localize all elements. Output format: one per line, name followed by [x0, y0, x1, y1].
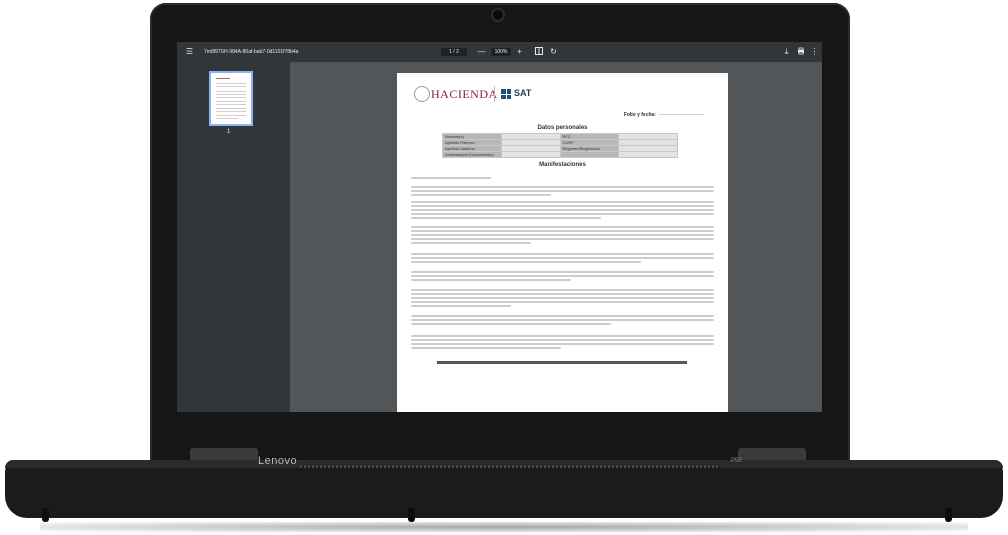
folio-value: —————————	[659, 112, 704, 118]
page-thumbnail[interactable]	[209, 71, 253, 126]
paragraph	[411, 335, 714, 351]
download-icon[interactable]: ⤓	[782, 47, 791, 56]
page-indicator[interactable]: 1 / 2	[441, 48, 467, 56]
table-cell: Actividad(es) Económica(s)	[442, 151, 502, 158]
table-cell	[500, 151, 561, 158]
paragraph	[411, 289, 714, 309]
folio-fecha: Folio y fecha: —————————	[624, 112, 704, 118]
zoom-level[interactable]: 100%	[491, 48, 511, 56]
hacienda-seal-icon	[414, 86, 430, 102]
page-current[interactable]: 1	[449, 49, 452, 55]
paragraph	[411, 201, 714, 221]
laptop-lid: ☰ 7m8f97SH-984A-80af-bab7-0d1101f78b4a 1…	[150, 3, 850, 468]
paragraph	[411, 253, 714, 265]
page-separator: /	[453, 49, 455, 55]
speaker-grill	[300, 465, 720, 468]
paragraph	[411, 315, 714, 327]
table-cell	[559, 151, 620, 158]
folio-label: Folio y fecha:	[623, 112, 656, 118]
zoom-out-button[interactable]: —	[477, 47, 486, 56]
laptop-frame: ☰ 7m8f97SH-984A-80af-bab7-0d1101f78b4a 1…	[0, 0, 1008, 535]
paragraph	[411, 271, 714, 283]
bold-statement	[437, 361, 687, 364]
print-icon[interactable]	[796, 47, 805, 56]
logo-hacienda: HACIENDA	[431, 87, 498, 101]
laptop-shadow	[40, 522, 968, 532]
thumbnail-page-number: 1	[227, 129, 231, 135]
screen: ☰ 7m8f97SH-984A-80af-bab7-0d1101f78b4a 1…	[177, 42, 822, 412]
more-vertical-icon[interactable]: ⋮	[810, 47, 819, 56]
thumbnail-sidebar: 1	[177, 62, 290, 412]
pdf-toolbar: ☰ 7m8f97SH-984A-80af-bab7-0d1101f78b4a 1…	[177, 42, 822, 62]
paragraph	[411, 226, 714, 246]
foot-right	[945, 508, 952, 522]
table-row: Actividad(es) Económica(s)	[442, 151, 678, 158]
section-datos-personales: Datos personales	[537, 125, 588, 131]
datos-table: Nombre(s) RFC Apellido Paterno CURP Apellido…	[442, 133, 678, 158]
table-cell	[618, 151, 678, 158]
section-manifestaciones: Manifestaciones	[539, 162, 586, 168]
page-total: 2	[456, 49, 459, 55]
foot-left	[42, 508, 49, 522]
file-name: 7m8f97SH-984A-80af-bab7-0d1101f78b4a	[204, 49, 299, 55]
sat-logo-icon	[501, 89, 511, 99]
paragraph	[411, 177, 714, 181]
rotate-icon[interactable]: ↻	[549, 47, 558, 56]
fit-page-icon[interactable]	[534, 47, 543, 56]
laptop-base	[5, 460, 1003, 518]
paragraph	[411, 186, 714, 198]
foot-center	[408, 508, 415, 522]
logo-sat: SAT	[514, 88, 532, 98]
brand-logo: Lenovo	[258, 455, 298, 467]
zoom-in-button[interactable]: +	[515, 47, 524, 56]
menu-icon[interactable]: ☰	[185, 47, 194, 56]
model-label: P50	[731, 458, 742, 464]
logo-divider	[494, 86, 495, 102]
pdf-page: HACIENDA SAT Folio y fecha: ————————— Dat…	[397, 73, 728, 412]
webcam	[493, 10, 503, 20]
